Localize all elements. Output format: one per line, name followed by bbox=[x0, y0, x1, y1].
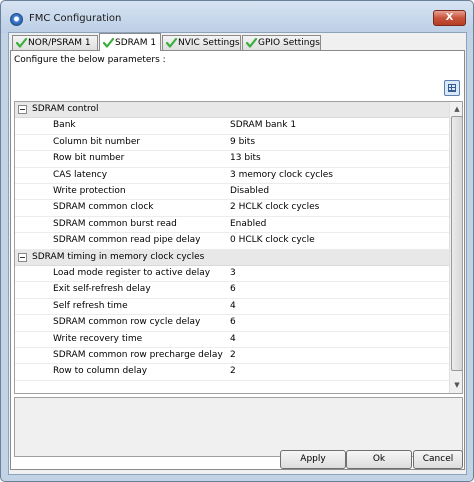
tab-label: GPIO Settings bbox=[258, 38, 320, 48]
tab-gpio-settings[interactable]: GPIO Settings bbox=[242, 35, 321, 50]
scrollbar-thumb[interactable] bbox=[451, 116, 462, 371]
param-name: Write protection bbox=[53, 186, 126, 196]
table-row[interactable]: Row to column delay 2 bbox=[15, 364, 449, 381]
description-panel bbox=[14, 397, 463, 457]
param-value[interactable]: 6 bbox=[230, 284, 236, 294]
fmc-configuration-window: FMC Configuration X NOR/PSRAM 1 SDRAM 1 bbox=[0, 0, 474, 482]
param-name: SDRAM common row cycle delay bbox=[53, 317, 201, 328]
dialog-client-area: NOR/PSRAM 1 SDRAM 1 NVIC Settings GPIO S… bbox=[8, 32, 467, 475]
window-title: FMC Configuration bbox=[29, 13, 122, 24]
grid-view-button[interactable] bbox=[444, 80, 460, 96]
param-value[interactable]: 2 HCLK clock cycles bbox=[230, 202, 319, 212]
checkmark-icon bbox=[103, 38, 114, 48]
checkmark-icon bbox=[246, 38, 257, 48]
parameters-table: SDRAM control Bank SDRAM bank 1 Column b… bbox=[14, 101, 463, 394]
ok-button[interactable]: Ok bbox=[346, 450, 412, 469]
param-name: Bank bbox=[53, 120, 76, 131]
param-value[interactable]: 13 bits bbox=[230, 153, 261, 163]
table-row[interactable]: Exit self-refresh delay 6 bbox=[15, 282, 449, 299]
param-value[interactable]: 2 bbox=[230, 350, 236, 360]
param-name: Self refresh time bbox=[53, 300, 128, 311]
tab-nvic-settings[interactable]: NVIC Settings bbox=[162, 35, 241, 50]
tab-bar: NOR/PSRAM 1 SDRAM 1 NVIC Settings GPIO S… bbox=[12, 33, 462, 51]
param-value[interactable]: 6 bbox=[230, 317, 236, 327]
table-row[interactable]: SDRAM common row precharge delay 2 bbox=[15, 348, 449, 365]
table-row[interactable]: Write recovery time 4 bbox=[15, 332, 449, 348]
param-value[interactable]: 2 bbox=[230, 366, 236, 376]
param-name: SDRAM common clock bbox=[53, 202, 154, 213]
shield-icon bbox=[10, 13, 23, 26]
table-row[interactable]: Load mode register to active delay 3 bbox=[15, 266, 449, 283]
param-name: Column bit number bbox=[53, 136, 141, 147]
table-row[interactable]: Self refresh time 4 bbox=[15, 299, 449, 316]
sdram-tab-panel: Configure the below parameters : SDRAM c… bbox=[10, 50, 465, 470]
apply-button[interactable]: Apply bbox=[280, 450, 346, 469]
tab-nor-psram-1[interactable]: NOR/PSRAM 1 bbox=[12, 35, 98, 50]
checkmark-icon bbox=[166, 38, 177, 48]
group-row-sdram-timing[interactable]: SDRAM timing in memory clock cycles bbox=[15, 249, 449, 266]
param-value[interactable]: 9 bits bbox=[230, 137, 255, 147]
checkmark-icon bbox=[16, 38, 27, 48]
grid-view-icon bbox=[448, 84, 456, 92]
table-row[interactable]: SDRAM common clock 2 HCLK clock cycles bbox=[15, 200, 449, 217]
param-value[interactable]: 4 bbox=[230, 334, 236, 344]
table-row[interactable]: Row bit number 13 bits bbox=[15, 151, 449, 168]
table-row[interactable]: SDRAM common row cycle delay 6 bbox=[15, 315, 449, 332]
param-name: Exit self-refresh delay bbox=[53, 284, 151, 295]
scroll-down-icon[interactable]: ▼ bbox=[451, 379, 462, 391]
param-name: Row bit number bbox=[53, 153, 125, 164]
tab-label: NVIC Settings bbox=[178, 38, 240, 48]
tab-label: NOR/PSRAM 1 bbox=[28, 38, 91, 48]
param-name: SDRAM common burst read bbox=[53, 218, 177, 229]
param-value[interactable]: 4 bbox=[230, 301, 236, 311]
param-name: Row to column delay bbox=[53, 366, 148, 377]
param-name: CAS latency bbox=[53, 169, 108, 180]
scroll-up-icon[interactable]: ▲ bbox=[451, 103, 462, 115]
param-name: Write recovery time bbox=[53, 333, 143, 344]
group-label: SDRAM control bbox=[32, 104, 99, 114]
group-label: SDRAM timing in memory clock cycles bbox=[32, 251, 205, 262]
param-value[interactable]: Disabled bbox=[230, 186, 269, 196]
instructions-label: Configure the below parameters : bbox=[14, 55, 166, 65]
param-value[interactable]: 0 HCLK clock cycle bbox=[230, 235, 315, 245]
collapse-icon[interactable] bbox=[18, 105, 27, 114]
cancel-button[interactable]: Cancel bbox=[413, 450, 463, 469]
table-row[interactable]: Bank SDRAM bank 1 bbox=[15, 118, 449, 135]
param-name: SDRAM common row precharge delay bbox=[53, 350, 223, 360]
table-row[interactable]: Write protection Disabled bbox=[15, 184, 449, 201]
table-row[interactable]: SDRAM common read pipe delay 0 HCLK cloc… bbox=[15, 233, 449, 250]
tab-label: SDRAM 1 bbox=[115, 38, 157, 48]
table-row[interactable]: Column bit number 9 bits bbox=[15, 135, 449, 152]
collapse-icon[interactable] bbox=[18, 252, 27, 262]
param-name: Load mode register to active delay bbox=[53, 268, 211, 278]
table-row[interactable]: CAS latency 3 memory clock cycles bbox=[15, 168, 449, 184]
param-value[interactable]: SDRAM bank 1 bbox=[230, 120, 296, 130]
vertical-scrollbar[interactable]: ▲ ▼ bbox=[449, 102, 462, 393]
group-row-sdram-control[interactable]: SDRAM control bbox=[15, 102, 449, 119]
param-value[interactable]: Enabled bbox=[230, 219, 266, 229]
param-value[interactable]: 3 bbox=[230, 268, 236, 278]
param-name: SDRAM common read pipe delay bbox=[53, 235, 201, 246]
close-button[interactable]: X bbox=[433, 10, 466, 26]
table-row[interactable]: SDRAM common burst read Enabled bbox=[15, 217, 449, 234]
tab-sdram-1[interactable]: SDRAM 1 bbox=[99, 33, 161, 51]
param-value[interactable]: 3 memory clock cycles bbox=[230, 170, 333, 180]
title-bar[interactable]: FMC Configuration X bbox=[1, 1, 473, 33]
